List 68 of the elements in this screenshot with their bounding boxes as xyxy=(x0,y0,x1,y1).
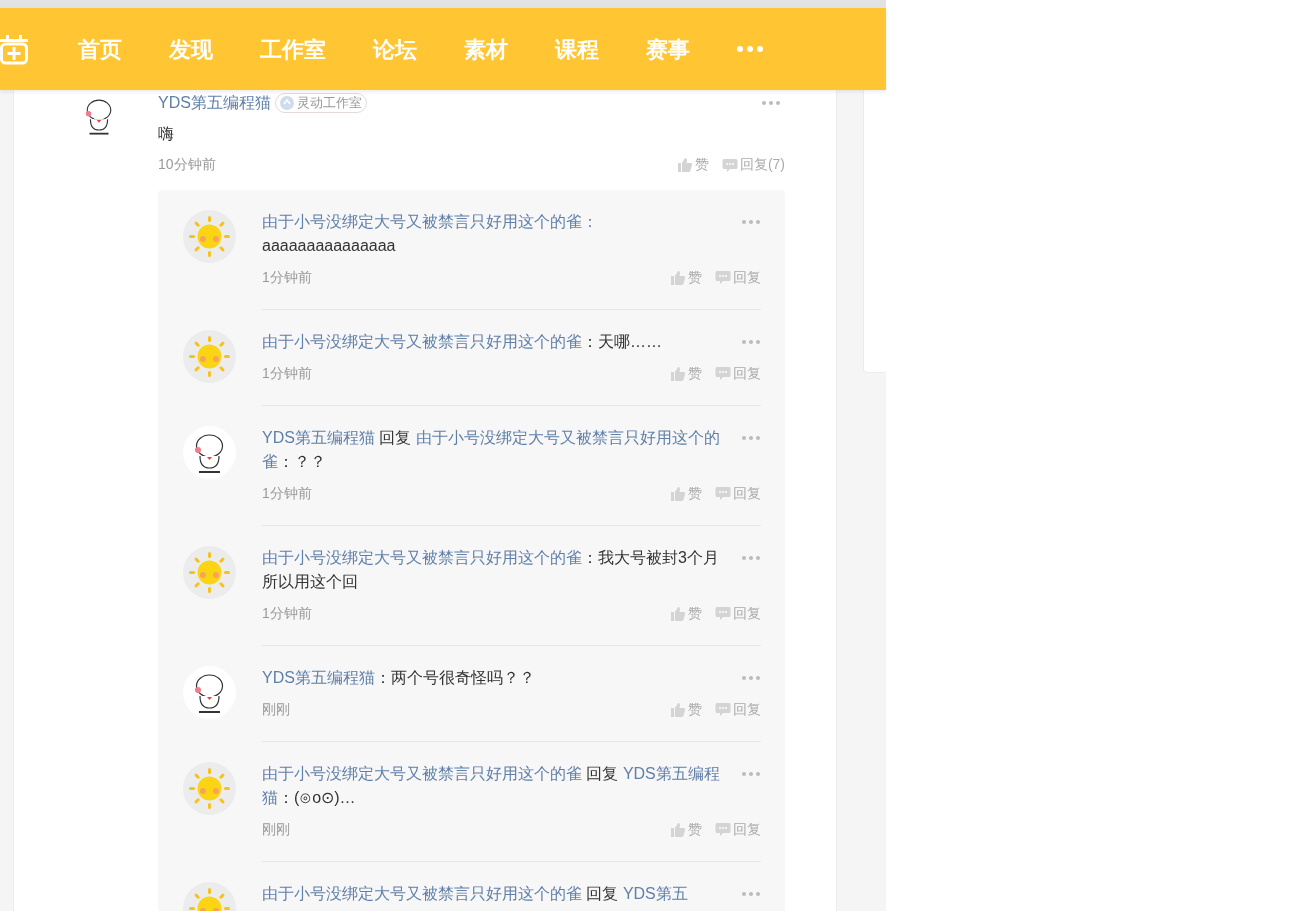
nav-link[interactable]: 素材 xyxy=(464,32,508,66)
reply-text: 由于小号没绑定大号又被禁言只好用这个的雀 回复 YDS第五编程猫：(⊙o⊙)… xyxy=(262,764,721,808)
reply-time: 1分钟前 xyxy=(262,363,312,383)
like-button[interactable]: 赞 xyxy=(670,698,702,720)
more-icon[interactable] xyxy=(741,219,761,225)
figure-avatar-icon xyxy=(183,666,236,719)
thumbs-up-icon xyxy=(670,365,686,381)
more-icon[interactable] xyxy=(741,771,761,777)
thumbs-up-icon xyxy=(670,701,686,717)
more-icon[interactable] xyxy=(741,339,761,345)
author-name[interactable]: YDS第五编程猫 xyxy=(158,91,271,115)
post-text: 嗨 xyxy=(158,124,175,144)
reply-button[interactable]: 回复 xyxy=(715,362,761,384)
nav-link[interactable]: 首页 xyxy=(78,32,122,66)
figure-avatar-icon xyxy=(183,426,236,479)
logo-icon[interactable] xyxy=(0,33,28,65)
more-icon[interactable] xyxy=(737,46,763,52)
like-button[interactable]: 赞 xyxy=(670,818,702,840)
reply-text: 由于小号没绑定大号又被禁言只好用这个的雀：我大号被封3个月所以用这个回 xyxy=(262,548,720,592)
comment-icon xyxy=(721,157,738,172)
comment-icon xyxy=(715,606,731,620)
thumbs-up-icon xyxy=(670,485,686,501)
nav-link[interactable]: 课程 xyxy=(555,32,599,66)
nav-link[interactable]: 工作室 xyxy=(260,32,326,66)
badge-icon xyxy=(279,96,294,110)
reply-text: 由于小号没绑定大号又被禁言只好用这个的雀： aaaaaaaaaaaaaaa xyxy=(262,212,599,256)
comment-icon xyxy=(715,486,731,500)
more-icon[interactable] xyxy=(741,891,761,897)
reply-button[interactable]: 回复 xyxy=(715,602,761,624)
like-button[interactable]: 赞 xyxy=(670,362,702,384)
reply-text: 由于小号没绑定大号又被禁言只好用这个的雀 回复 YDS第五 xyxy=(262,884,689,904)
reply-button[interactable]: 回复 xyxy=(715,266,761,288)
like-button[interactable]: 赞 xyxy=(670,602,702,624)
thumbs-up-icon xyxy=(670,269,686,285)
more-icon[interactable] xyxy=(741,675,761,681)
comment-icon xyxy=(715,270,731,284)
like-button[interactable]: 赞 xyxy=(670,266,702,288)
reply-time: 刚刚 xyxy=(262,699,290,719)
sun-avatar-icon xyxy=(183,210,236,263)
reply-time: 刚刚 xyxy=(262,819,290,839)
reply-button[interactable]: 回复 xyxy=(715,698,761,720)
sun-avatar-icon xyxy=(183,330,236,383)
nav-link[interactable]: 发现 xyxy=(169,32,213,66)
nav-link[interactable]: 赛事 xyxy=(646,32,690,66)
reply-button[interactable]: 回复(7) xyxy=(721,154,785,175)
like-button[interactable]: 赞 xyxy=(676,154,709,175)
comment-icon xyxy=(715,366,731,380)
nav-link[interactable]: 论坛 xyxy=(373,32,417,66)
sun-avatar-icon xyxy=(183,762,236,815)
more-icon[interactable] xyxy=(741,555,761,561)
thumbs-up-icon xyxy=(676,157,693,172)
reply-button[interactable]: 回复 xyxy=(715,818,761,840)
reply-text: YDS第五编程猫：两个号很奇怪吗？？ xyxy=(262,668,536,688)
reply-text: 由于小号没绑定大号又被禁言只好用这个的雀：天哪…… xyxy=(262,332,663,352)
reply-time: 1分钟前 xyxy=(262,603,312,623)
reply-text: YDS第五编程猫 回复 由于小号没绑定大号又被禁言只好用这个的雀：？？ xyxy=(262,428,721,472)
thumbs-up-icon xyxy=(670,605,686,621)
reply-button[interactable]: 回复 xyxy=(715,482,761,504)
more-icon[interactable] xyxy=(741,435,761,441)
post-time: 10分钟前 xyxy=(158,155,216,174)
comment-icon xyxy=(715,822,731,836)
thumbs-up-icon xyxy=(670,821,686,837)
reply-time: 1分钟前 xyxy=(262,267,312,287)
like-button[interactable]: 赞 xyxy=(670,482,702,504)
reply-time: 1分钟前 xyxy=(262,483,312,503)
sun-avatar-icon xyxy=(183,546,236,599)
comment-icon xyxy=(715,702,731,716)
more-icon[interactable] xyxy=(761,100,781,106)
